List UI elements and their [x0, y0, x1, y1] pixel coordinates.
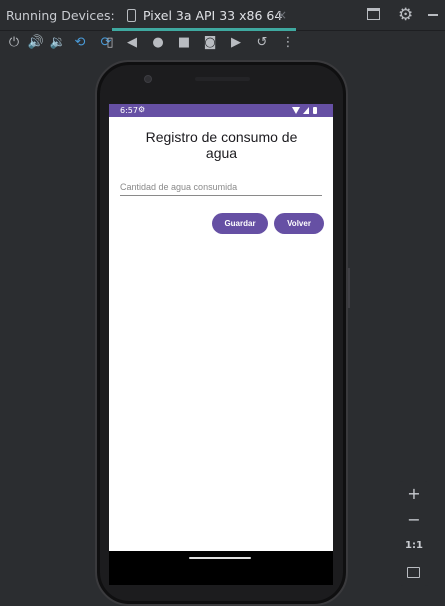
screenshot-icon[interactable]: ◙ [201, 34, 219, 52]
phone-camera [144, 75, 152, 83]
home-icon[interactable]: ● [149, 34, 167, 52]
battery-icon [313, 107, 317, 114]
overview-icon[interactable]: ■ [175, 34, 193, 52]
snapshot-history-icon[interactable]: ↺ [253, 34, 271, 52]
android-status-bar: 6:57 ⚙ [109, 104, 333, 117]
device-tab-label: Pixel 3a API 33 x86 64 [143, 8, 283, 23]
power-icon[interactable]: ⏻ [5, 34, 23, 52]
window-layout-icon[interactable] [367, 8, 380, 20]
page-title: Registro de consumo de agua [145, 129, 298, 161]
minimize-icon[interactable] [428, 14, 438, 16]
zoom-controls: + − 1:1 [399, 481, 429, 586]
zoom-out-button[interactable]: − [399, 509, 429, 531]
phone-icon [127, 9, 136, 22]
status-time: 6:57 [120, 106, 138, 115]
phone-screen[interactable]: 6:57 ⚙ Registro de consumo de agua Canti… [109, 104, 333, 551]
gesture-handle[interactable] [189, 557, 251, 559]
back-icon[interactable]: ◀ [123, 34, 141, 52]
device-toolbar: ⏻ 🔊 🔉 ⟲ ⟳ ▯ ◀ ● ■ ◙ ▶ ↺ ⋮ [0, 31, 445, 56]
volume-up-icon[interactable]: 🔊 [27, 34, 45, 52]
zoom-in-button[interactable]: + [399, 483, 429, 505]
close-tab-icon[interactable]: × [277, 8, 287, 22]
settings-notification-icon: ⚙ [138, 105, 146, 114]
phone-side-button [348, 268, 350, 308]
back-button[interactable]: Volver [274, 213, 324, 234]
water-amount-input[interactable]: Cantidad de agua consumida [120, 182, 322, 196]
fold-icon[interactable]: ▯ [101, 34, 119, 52]
signal-icon [303, 107, 309, 114]
phone-speaker [195, 77, 250, 81]
fit-screen-icon[interactable] [407, 567, 420, 578]
more-options-icon[interactable]: ⋮ [279, 34, 297, 52]
wifi-icon [292, 107, 300, 114]
volume-down-icon[interactable]: 🔉 [49, 34, 67, 52]
tool-window-title: Running Devices: [6, 8, 115, 23]
screen-record-icon[interactable]: ▶ [227, 34, 245, 52]
actual-size-button[interactable]: 1:1 [399, 535, 429, 557]
gear-icon[interactable]: ⚙ [398, 5, 413, 25]
android-navigation-bar [109, 551, 333, 585]
save-button[interactable]: Guardar [212, 213, 268, 234]
device-tab[interactable]: Pixel 3a API 33 x86 64 × [112, 0, 296, 31]
tool-window-header: Running Devices: Pixel 3a API 33 x86 64 … [0, 0, 445, 31]
rotate-left-icon[interactable]: ⟲ [71, 34, 89, 52]
